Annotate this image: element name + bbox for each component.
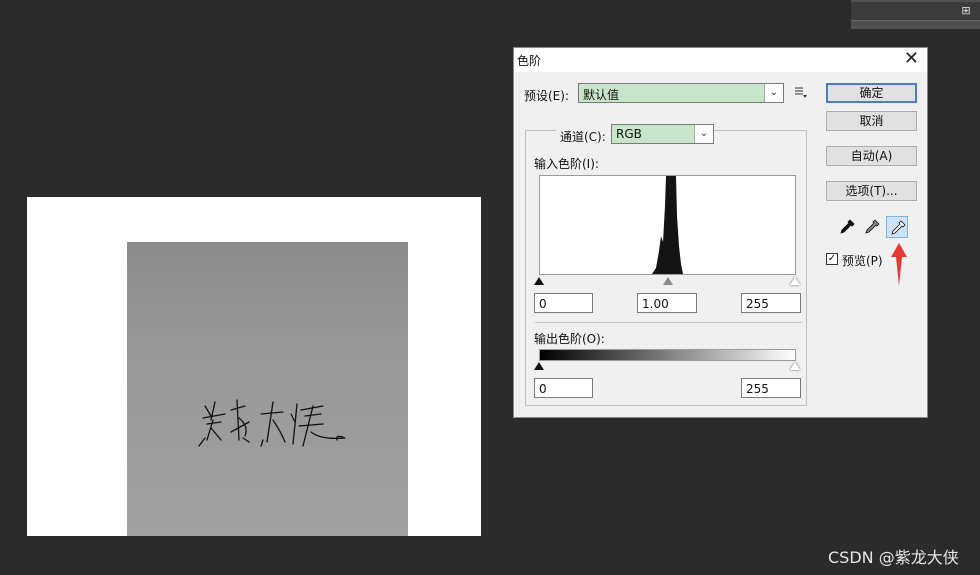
output-white-field[interactable]: 255 <box>741 378 801 398</box>
dialog-title: 色阶 <box>517 54 542 68</box>
options-button[interactable]: 选项(T)... <box>826 181 917 201</box>
panel-strip: ⊞ <box>851 0 980 29</box>
ok-button[interactable]: 确定 <box>826 83 917 103</box>
input-white-slider[interactable] <box>790 277 800 285</box>
close-icon[interactable]: ✕ <box>904 49 919 69</box>
input-white-value: 255 <box>746 297 769 311</box>
input-black-value: 0 <box>539 297 547 311</box>
histogram <box>539 175 796 275</box>
preset-options-icon[interactable] <box>794 85 808 99</box>
divider <box>535 322 802 323</box>
input-levels-label: 输入色阶(I): <box>534 157 599 171</box>
channel-value: RGB <box>616 127 642 141</box>
output-black-value: 0 <box>539 382 547 396</box>
black-eyedropper-icon[interactable] <box>836 216 858 238</box>
output-levels-label: 输出色阶(O): <box>534 332 605 346</box>
input-black-slider[interactable] <box>534 277 544 285</box>
annotation-arrow-icon <box>877 243 921 290</box>
output-gradient <box>539 349 796 361</box>
output-black-slider[interactable] <box>534 362 544 370</box>
output-black-field[interactable]: 0 <box>534 378 593 398</box>
dialog-titlebar[interactable]: 色阶 ✕ <box>514 48 927 72</box>
channel-select[interactable]: RGB ⌄ <box>611 124 714 144</box>
chevron-down-icon: ⌄ <box>694 125 713 143</box>
input-gamma-value: 1.00 <box>642 297 669 311</box>
input-gamma-slider[interactable] <box>663 277 673 285</box>
output-white-value: 255 <box>746 382 769 396</box>
channel-label: 通道(C): <box>556 128 610 145</box>
handwritten-signature <box>198 399 346 447</box>
preset-value: 默认值 <box>583 88 620 102</box>
chevron-down-icon: ⌄ <box>764 84 783 102</box>
gray-eyedropper-icon[interactable] <box>861 216 883 238</box>
input-gamma-field[interactable]: 1.00 <box>637 293 697 313</box>
auto-button[interactable]: 自动(A) <box>826 146 917 166</box>
panel-collapse-icon[interactable]: ⊞ <box>960 5 972 17</box>
preset-label: 预设(E): <box>524 89 569 103</box>
signature-photo <box>127 242 408 536</box>
preset-select[interactable]: 默认值 ⌄ <box>578 83 784 103</box>
input-white-field[interactable]: 255 <box>741 293 801 313</box>
preview-checkbox[interactable]: ✓ <box>826 253 838 265</box>
output-white-slider[interactable] <box>790 362 800 370</box>
input-black-field[interactable]: 0 <box>534 293 593 313</box>
levels-dialog: 色阶 ✕ 预设(E): 默认值 ⌄ 通道(C): RGB ⌄ 输入色阶(I): … <box>513 47 928 418</box>
white-eyedropper-icon[interactable] <box>886 216 908 238</box>
cancel-button[interactable]: 取消 <box>826 111 917 131</box>
watermark: CSDN @紫龙大侠 <box>828 548 959 567</box>
